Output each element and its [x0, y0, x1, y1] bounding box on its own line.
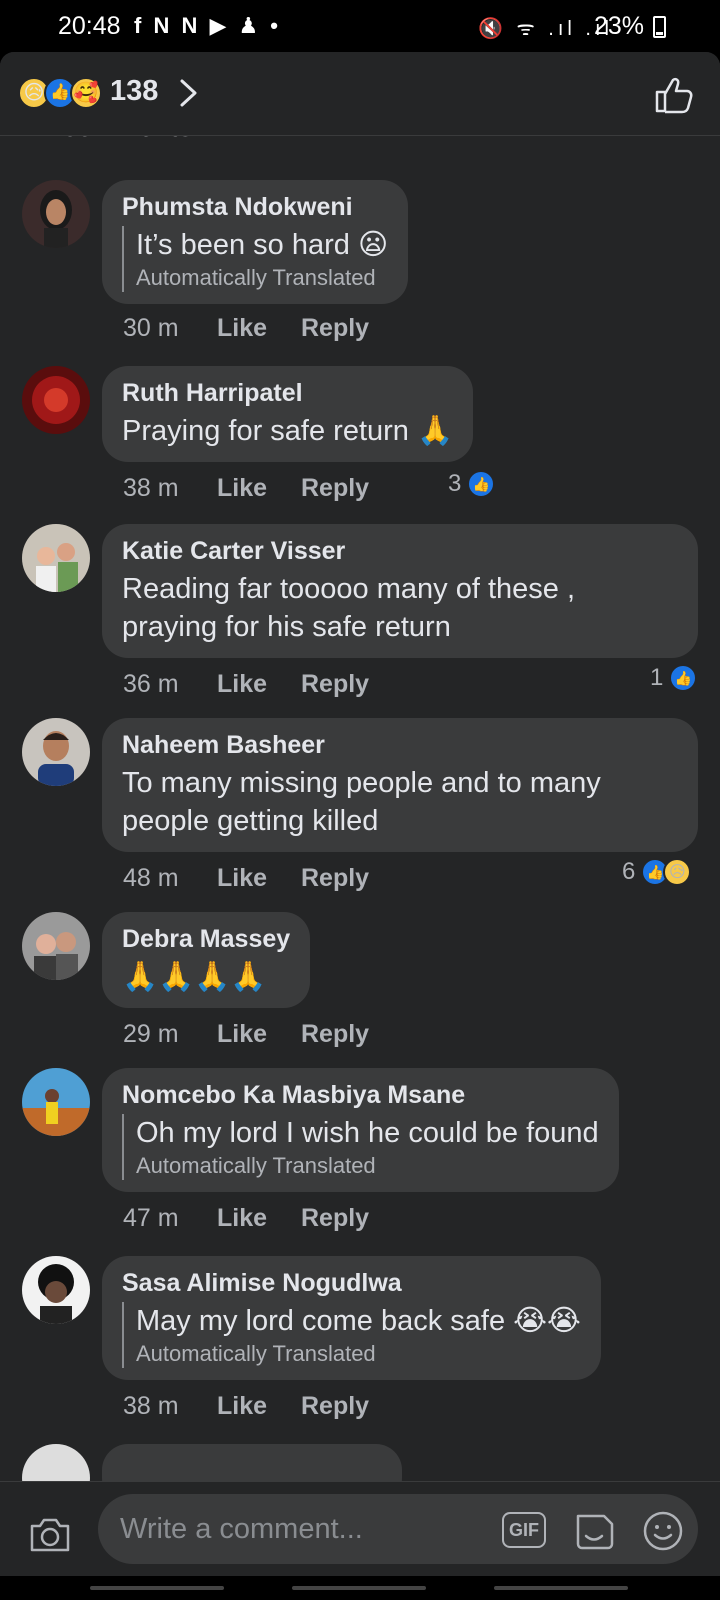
comment-reactions[interactable]: 6 👍 😥 — [622, 856, 692, 888]
like-button[interactable]: Like — [217, 670, 301, 699]
comment-actions: 38 m Like Reply — [123, 1388, 369, 1424]
comment-text: 🙏🙏🙏🙏 — [122, 961, 267, 993]
status-bar: 20:48 f N N ▶ ♟ • 🔇 ᯤ .ıl .ıl 23% — [0, 0, 720, 52]
translation-note[interactable]: Automatically Translated — [136, 1340, 581, 1368]
comments-sheet: 😥 👍 🥰 138 All comments Phumsta Ndokweni … — [0, 52, 720, 1600]
comment-time[interactable]: 48 m — [123, 864, 217, 893]
comment-author[interactable]: Katie Carter Visser — [122, 536, 678, 566]
translation-note[interactable]: Automatically Translated — [136, 264, 388, 292]
like-button[interactable]: Like — [217, 314, 301, 343]
comment-time[interactable]: 47 m — [123, 1204, 217, 1233]
comment-bubble[interactable]: Nomcebo Ka Masbiya Msane Oh my lord I wi… — [102, 1068, 619, 1192]
comment-text: It’s been so hard 😦 — [136, 229, 389, 261]
avatar[interactable] — [22, 912, 90, 980]
reaction-icons: 😥 👍 🥰 — [18, 77, 108, 111]
avatar[interactable] — [22, 1256, 90, 1324]
translated-block: Oh my lord I wish he could be found Auto… — [122, 1114, 599, 1180]
comment-time[interactable]: 36 m — [123, 670, 217, 699]
nav-recents-handle[interactable] — [494, 1586, 628, 1590]
comment-author[interactable]: Sasa Alimise Nogudlwa — [122, 1268, 581, 1298]
comment-text-line-2: people getting killed — [122, 805, 379, 837]
status-time: 20:48 — [58, 12, 121, 40]
nav-home-handle[interactable] — [292, 1586, 426, 1590]
comment-bubble[interactable]: Sasa Alimise Nogudlwa May my lord come b… — [102, 1256, 601, 1380]
chevron-right-icon[interactable] — [178, 78, 200, 108]
system-nav-bar — [0, 1576, 720, 1600]
avatar[interactable] — [22, 718, 90, 786]
sad-reaction-icon: 😥 — [663, 858, 692, 886]
signal-icons: 🔇 ᯤ .ıl .ıl — [478, 18, 613, 40]
avatar[interactable] — [22, 524, 90, 592]
comment-text: Oh my lord I wish he could be found — [136, 1117, 599, 1149]
avatar[interactable] — [22, 180, 90, 248]
comment-time[interactable]: 38 m — [123, 1392, 217, 1421]
translated-block: May my lord come back safe 😭😭 Automatica… — [122, 1302, 581, 1368]
reply-button[interactable]: Reply — [301, 864, 369, 893]
like-button[interactable]: Like — [217, 1392, 301, 1421]
comment-time[interactable]: 38 m — [123, 474, 217, 503]
comment-bubble[interactable]: Katie Carter Visser Reading far tooooo m… — [102, 524, 698, 658]
gif-icon[interactable]: GIF — [502, 1512, 546, 1548]
comment-actions: 47 m Like Reply — [123, 1200, 369, 1236]
comment-reactions[interactable]: 1 👍 — [650, 662, 698, 694]
comment-bubble[interactable]: Ruth Harripatel Praying for safe return … — [102, 366, 474, 462]
reply-button[interactable]: Reply — [301, 1392, 369, 1421]
translation-note[interactable]: Automatically Translated — [136, 1152, 599, 1180]
comment-author[interactable]: Phumsta Ndokweni — [122, 192, 388, 222]
comment-actions: 29 m Like Reply — [123, 1016, 369, 1052]
translated-block: It’s been so hard 😦 Automatically Transl… — [122, 226, 388, 292]
battery-percent: 23% — [593, 12, 644, 40]
like-button[interactable]: Like — [217, 864, 301, 893]
like-button[interactable]: Like — [217, 1020, 301, 1049]
emoji-icon[interactable] — [642, 1510, 684, 1552]
comment-actions: 36 m Like Reply — [123, 666, 369, 702]
comment-text: May my lord come back safe 😭😭 — [136, 1305, 581, 1337]
reply-button[interactable]: Reply — [301, 1204, 369, 1233]
battery-icon — [653, 16, 666, 38]
comment-bubble[interactable]: Debra Massey 🙏🙏🙏🙏 — [102, 912, 311, 1008]
like-button[interactable]: Like — [217, 1204, 301, 1233]
comment-author[interactable]: Ruth Harripatel — [122, 378, 453, 408]
comment-actions: 48 m Like Reply — [123, 860, 369, 896]
comment-text: To many missing people and to many — [122, 767, 601, 799]
reply-button[interactable]: Reply — [301, 474, 369, 503]
comment-author[interactable]: Naheem Basheer — [122, 730, 678, 760]
nav-back-handle[interactable] — [90, 1586, 224, 1590]
avatar[interactable] — [22, 1068, 90, 1136]
reaction-count: 138 — [110, 75, 159, 107]
comment-author[interactable]: Debra Massey — [122, 924, 290, 954]
like-outline-icon[interactable] — [654, 76, 694, 114]
camera-icon[interactable] — [28, 1514, 72, 1554]
avatar[interactable] — [22, 366, 90, 434]
comment-actions: 38 m Like Reply — [123, 470, 369, 506]
reaction-count: 6 — [622, 858, 636, 885]
like-reaction-icon: 👍 — [467, 470, 496, 498]
comment-text: Reading far tooooo many of these , — [122, 573, 576, 605]
reactions-summary[interactable]: 😥 👍 🥰 138 — [0, 52, 720, 136]
reaction-count: 3 — [448, 470, 462, 497]
care-reaction-icon: 🥰 — [70, 77, 102, 109]
comment-time[interactable]: 30 m — [123, 314, 217, 343]
comment-actions: 30 m Like Reply — [123, 310, 369, 346]
reply-button[interactable]: Reply — [301, 1020, 369, 1049]
like-button[interactable]: Like — [217, 474, 301, 503]
reaction-count: 1 — [650, 664, 664, 691]
reply-button[interactable]: Reply — [301, 314, 369, 343]
comment-author[interactable]: Nomcebo Ka Masbiya Msane — [122, 1080, 599, 1110]
reply-button[interactable]: Reply — [301, 670, 369, 699]
comment-reactions[interactable]: 3 👍 — [448, 468, 496, 500]
comment-time[interactable]: 29 m — [123, 1020, 217, 1049]
sticker-icon[interactable] — [572, 1510, 616, 1552]
comment-bubble[interactable]: Naheem Basheer To many missing people an… — [102, 718, 698, 852]
like-reaction-icon: 👍 — [669, 664, 698, 692]
notification-icons: f N N ▶ ♟ • — [134, 13, 282, 38]
comment-bubble[interactable]: Phumsta Ndokweni It’s been so hard 😦 Aut… — [102, 180, 409, 304]
comment-text-line-2: praying for his safe return — [122, 611, 451, 643]
comment-text: Praying for safe return 🙏 — [122, 415, 454, 447]
